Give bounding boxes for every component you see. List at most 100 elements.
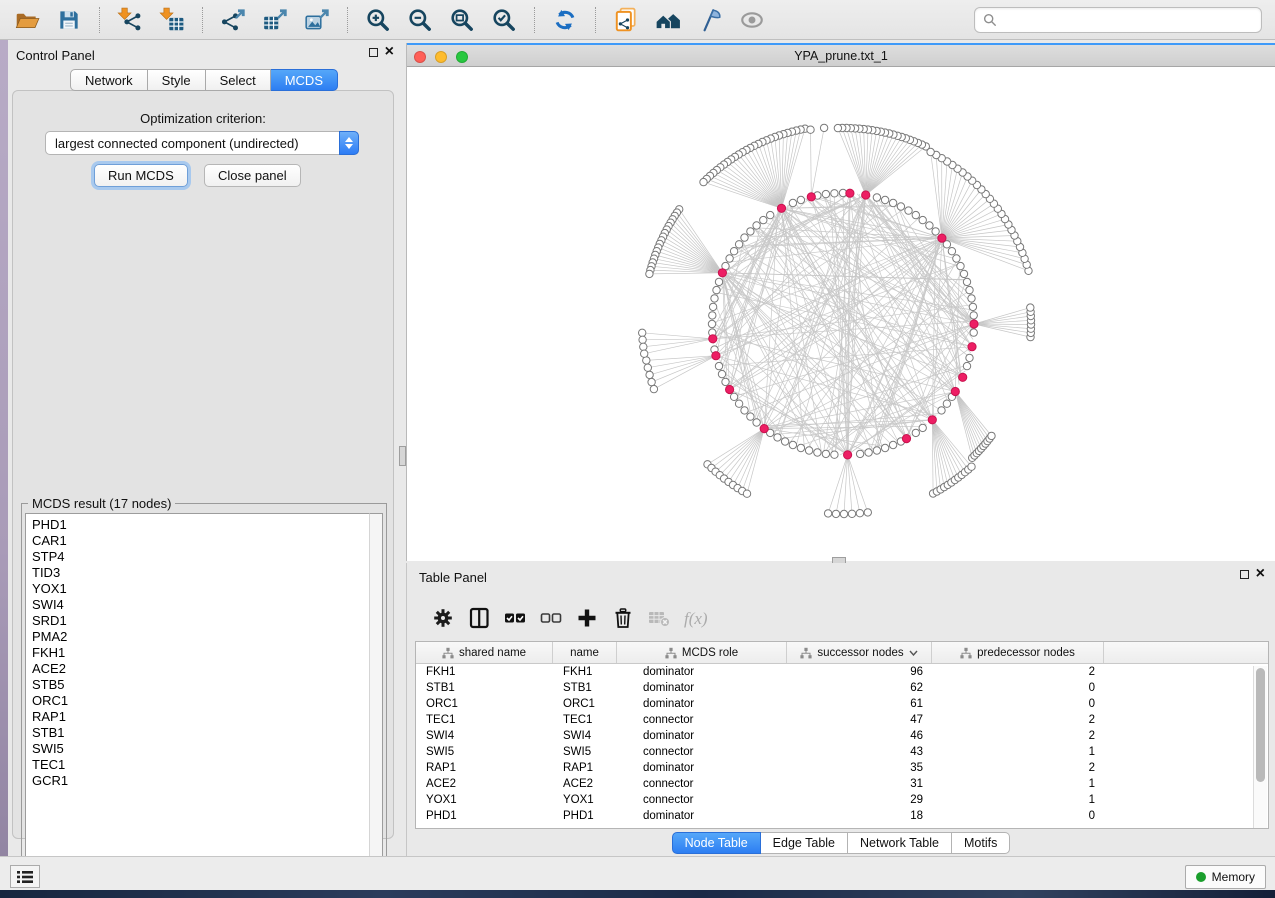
network-node[interactable] xyxy=(963,278,970,285)
columns-button[interactable] xyxy=(461,601,497,635)
network-node[interactable] xyxy=(912,429,919,436)
network-node[interactable] xyxy=(747,413,754,420)
run-mcds-button[interactable]: Run MCDS xyxy=(94,164,188,187)
export-image-button[interactable] xyxy=(299,5,335,35)
network-hub-node[interactable] xyxy=(718,269,726,277)
deselect-all-button[interactable] xyxy=(533,601,569,635)
network-node[interactable] xyxy=(730,393,737,400)
network-hub-node[interactable] xyxy=(862,191,870,199)
network-node[interactable] xyxy=(881,196,888,203)
network-node[interactable] xyxy=(709,312,716,319)
search-box[interactable] xyxy=(974,7,1262,33)
table-row[interactable]: SWI4SWI4dominator462 xyxy=(416,728,1268,744)
network-node[interactable] xyxy=(708,320,715,327)
network-node[interactable] xyxy=(831,451,838,458)
network-node[interactable] xyxy=(943,400,950,407)
mcds-result-item[interactable]: ACE2 xyxy=(32,661,370,677)
mcds-result-item[interactable]: CAR1 xyxy=(32,533,370,549)
zoom-in-button[interactable] xyxy=(360,5,396,35)
table-row[interactable]: SWI5SWI5connector431 xyxy=(416,744,1268,760)
network-node[interactable] xyxy=(948,248,955,255)
network-hub-node[interactable] xyxy=(760,425,768,433)
network-node[interactable] xyxy=(807,126,814,133)
network-node[interactable] xyxy=(960,270,967,277)
import-table-button[interactable] xyxy=(154,5,190,35)
network-hub-node[interactable] xyxy=(968,343,976,351)
network-node[interactable] xyxy=(919,216,926,223)
network-node[interactable] xyxy=(789,199,796,206)
network-node[interactable] xyxy=(970,329,977,336)
close-icon[interactable]: × xyxy=(1256,569,1265,579)
network-node[interactable] xyxy=(968,463,975,470)
network-node[interactable] xyxy=(644,364,651,371)
float-window-icon[interactable] xyxy=(1240,570,1249,579)
network-node[interactable] xyxy=(865,449,872,456)
tab-edge-table[interactable]: Edge Table xyxy=(761,832,848,854)
mcds-result-item[interactable]: YOX1 xyxy=(32,581,370,597)
network-window-titlebar[interactable]: YPA_prune.txt_1 xyxy=(407,45,1275,67)
save-session-button[interactable] xyxy=(51,5,87,35)
network-node[interactable] xyxy=(966,286,973,293)
mcds-result-item[interactable]: SWI4 xyxy=(32,597,370,613)
network-node[interactable] xyxy=(711,295,718,302)
network-node[interactable] xyxy=(730,248,737,255)
zoom-selected-button[interactable] xyxy=(486,5,522,35)
vertical-splitter-handle[interactable] xyxy=(399,446,406,466)
network-node[interactable] xyxy=(805,447,812,454)
network-node[interactable] xyxy=(897,203,904,210)
network-node[interactable] xyxy=(753,419,760,426)
network-node[interactable] xyxy=(767,211,774,218)
network-hub-node[interactable] xyxy=(928,416,936,424)
table-row[interactable]: YOX1YOX1connector291 xyxy=(416,792,1268,808)
network-node[interactable] xyxy=(789,441,796,448)
network-node[interactable] xyxy=(646,270,653,277)
export-table-button[interactable] xyxy=(257,5,293,35)
export-network-button[interactable] xyxy=(215,5,251,35)
float-window-icon[interactable] xyxy=(369,48,378,57)
network-hub-node[interactable] xyxy=(726,385,734,393)
network-hub-node[interactable] xyxy=(844,451,852,459)
network-node[interactable] xyxy=(856,450,863,457)
eye-button[interactable] xyxy=(734,5,770,35)
network-node[interactable] xyxy=(715,362,722,369)
network-node[interactable] xyxy=(822,190,829,197)
network-node[interactable] xyxy=(969,303,976,310)
mcds-result-item[interactable]: SRD1 xyxy=(32,613,370,629)
zoom-fit-button[interactable] xyxy=(444,5,480,35)
network-node[interactable] xyxy=(774,434,781,441)
select-all-button[interactable] xyxy=(497,601,533,635)
memory-button[interactable]: Memory xyxy=(1185,865,1266,889)
network-node[interactable] xyxy=(709,303,716,310)
network-node[interactable] xyxy=(639,336,646,343)
network-node[interactable] xyxy=(822,450,829,457)
network-hub-node[interactable] xyxy=(846,189,854,197)
network-node[interactable] xyxy=(781,438,788,445)
mcds-result-item[interactable]: STB1 xyxy=(32,725,370,741)
close-panel-button[interactable]: Close panel xyxy=(204,164,301,187)
network-node[interactable] xyxy=(968,295,975,302)
column-header-name[interactable]: name xyxy=(553,642,617,663)
network-node[interactable] xyxy=(718,370,725,377)
tab-motifs[interactable]: Motifs xyxy=(952,832,1010,854)
mcds-result-item[interactable]: PMA2 xyxy=(32,629,370,645)
network-graph[interactable] xyxy=(407,67,1275,561)
mcds-result-item[interactable]: GCR1 xyxy=(32,773,370,789)
network-node[interactable] xyxy=(932,228,939,235)
table-row[interactable]: STB1STB1dominator620 xyxy=(416,680,1268,696)
tab-style[interactable]: Style xyxy=(148,69,206,91)
network-node[interactable] xyxy=(741,407,748,414)
settings-button[interactable] xyxy=(425,601,461,635)
mcds-result-item[interactable]: STB5 xyxy=(32,677,370,693)
mcds-result-item[interactable]: STP4 xyxy=(32,549,370,565)
network-node[interactable] xyxy=(820,124,827,131)
network-node[interactable] xyxy=(648,378,655,385)
network-node[interactable] xyxy=(881,444,888,451)
mcds-result-item[interactable]: ORC1 xyxy=(32,693,370,709)
mcds-result-item[interactable]: TID3 xyxy=(32,565,370,581)
network-node[interactable] xyxy=(639,329,646,336)
home-button[interactable] xyxy=(650,5,686,35)
open-session-button[interactable] xyxy=(9,5,45,35)
table-scrollbar-thumb[interactable] xyxy=(1256,668,1265,782)
import-network-button[interactable] xyxy=(112,5,148,35)
network-hub-node[interactable] xyxy=(712,352,720,360)
